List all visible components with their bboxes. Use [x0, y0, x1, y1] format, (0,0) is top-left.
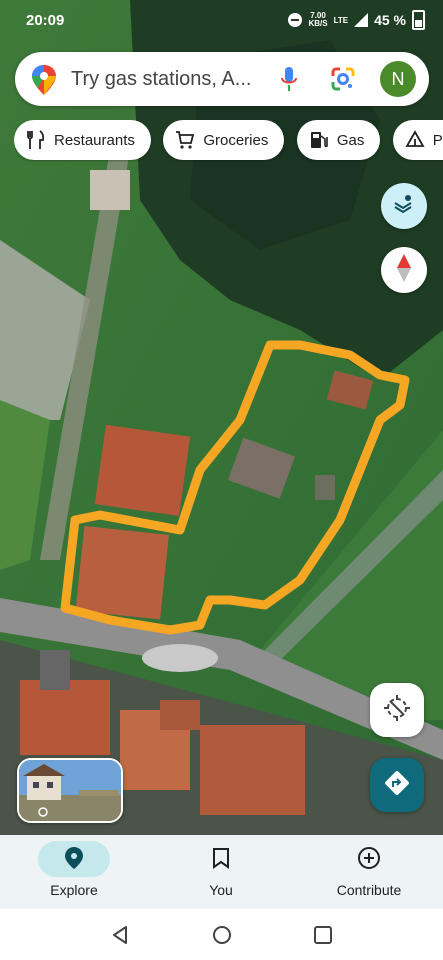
small-roof	[315, 475, 335, 500]
tab-you[interactable]: You	[173, 835, 269, 909]
directions-icon	[384, 770, 410, 801]
system-navigation-bar	[0, 909, 443, 960]
chip-restaurants[interactable]: Restaurants	[14, 120, 151, 160]
layers-button[interactable]	[381, 183, 427, 229]
microphone-icon[interactable]	[279, 66, 299, 99]
location-off-icon	[382, 693, 412, 728]
contribute-icon-wrap	[333, 841, 405, 877]
explore-pill	[38, 841, 110, 877]
tent-icon	[405, 130, 425, 150]
status-time: 20:09	[26, 12, 65, 29]
blur-patch	[142, 644, 218, 672]
back-icon[interactable]	[111, 925, 131, 950]
tab-contribute[interactable]: Contribute	[320, 835, 418, 909]
battery-icon	[412, 10, 425, 30]
google-lens-icon[interactable]	[330, 66, 356, 97]
signal-icon	[354, 13, 369, 27]
category-chips: Restaurants Groceries Gas Pa	[14, 120, 443, 162]
house-roof	[94, 424, 191, 516]
search-placeholder[interactable]: Try gas stations, A...	[71, 68, 251, 91]
house-roof	[20, 680, 110, 755]
chip-label: Pa	[432, 131, 443, 149]
network-speed-unit: KB/S	[308, 19, 328, 28]
battery-percent: 45 %	[374, 12, 406, 28]
cart-icon	[175, 130, 195, 150]
add-circle-icon	[357, 846, 381, 873]
home-icon[interactable]	[212, 925, 232, 950]
chip-label: Restaurants	[54, 131, 135, 149]
chip-parks[interactable]: Pa	[392, 120, 443, 160]
status-bar: 20:09 7.00 KB/S LTE 45 %	[0, 0, 443, 42]
fork-knife-icon	[26, 130, 46, 150]
building-roof	[90, 170, 130, 210]
chip-label: Groceries	[203, 131, 269, 149]
recents-icon[interactable]	[313, 925, 333, 950]
chip-gas[interactable]: Gas	[296, 120, 381, 160]
street-view-image	[19, 760, 121, 821]
directions-button[interactable]	[370, 758, 424, 812]
street-view-thumbnail[interactable]	[17, 758, 123, 823]
location-pin-icon	[65, 846, 83, 872]
compass-button[interactable]	[381, 247, 427, 293]
house-roof	[200, 725, 305, 815]
building-roof	[40, 650, 70, 690]
gas-pump-icon	[309, 130, 329, 150]
compass-icon	[396, 253, 412, 287]
house-roof	[75, 526, 169, 620]
tab-explore[interactable]: Explore	[26, 835, 122, 909]
house-roof	[160, 700, 200, 730]
tab-you-label: You	[209, 882, 233, 898]
my-location-button[interactable]	[370, 683, 424, 737]
tab-contribute-label: Contribute	[336, 882, 402, 898]
network-type: LTE	[333, 15, 349, 25]
search-bar[interactable]: Try gas stations, A... N	[15, 52, 429, 106]
bottom-navigation: Explore You Contribute	[0, 835, 443, 909]
layers-icon	[392, 192, 416, 221]
status-icons: 7.00 KB/S LTE 45 %	[288, 10, 425, 30]
network-speed: 7.00 KB/S	[308, 12, 327, 28]
you-icon-wrap	[185, 841, 257, 877]
bookmark-icon	[212, 847, 230, 872]
maps-pin-icon	[32, 65, 56, 100]
do-not-disturb-icon	[288, 13, 303, 27]
tab-explore-label: Explore	[50, 882, 98, 898]
chip-groceries[interactable]: Groceries	[163, 120, 285, 160]
chip-label: Gas	[336, 131, 365, 149]
avatar[interactable]: N	[380, 61, 416, 97]
